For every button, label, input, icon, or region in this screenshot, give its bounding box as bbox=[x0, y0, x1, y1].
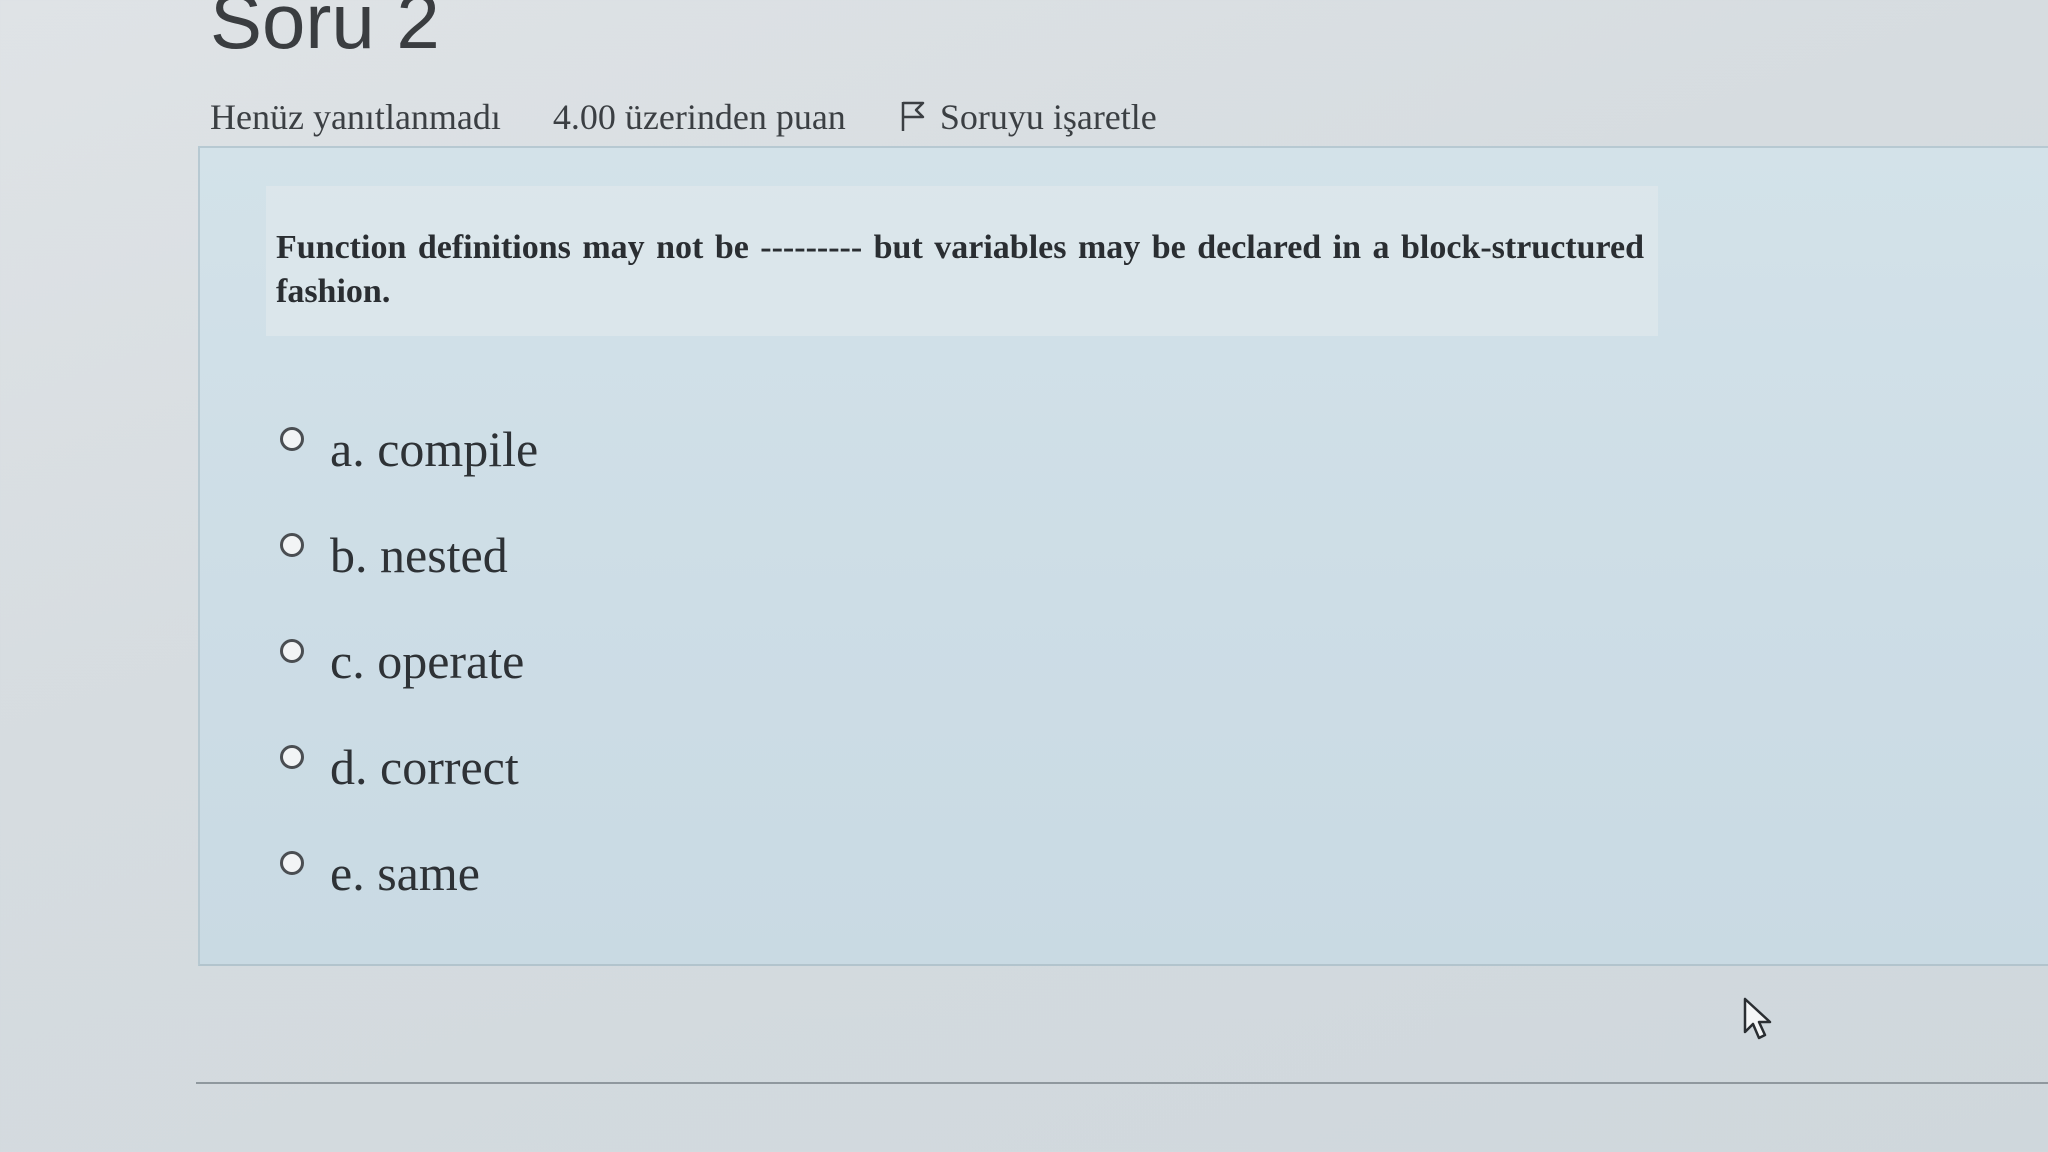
option-c[interactable]: c. operate bbox=[280, 608, 538, 714]
radio-button[interactable] bbox=[280, 427, 304, 451]
option-label[interactable]: c. operate bbox=[330, 632, 524, 690]
answer-options: a. compile b. nested c. operate d. corre… bbox=[280, 396, 538, 926]
bottom-divider bbox=[196, 1082, 2048, 1084]
option-label[interactable]: b. nested bbox=[330, 526, 508, 584]
option-a[interactable]: a. compile bbox=[280, 396, 538, 502]
option-label[interactable]: d. correct bbox=[330, 738, 519, 796]
flag-question-link[interactable]: Soruyu işaretle bbox=[898, 95, 1157, 138]
question-points: 4.00 üzerinden puan bbox=[552, 97, 846, 137]
radio-button[interactable] bbox=[280, 639, 304, 663]
page-title: Soru 2 bbox=[210, 0, 440, 65]
radio-button[interactable] bbox=[280, 745, 304, 769]
flag-question-label[interactable]: Soruyu işaretle bbox=[940, 96, 1157, 138]
radio-button[interactable] bbox=[280, 533, 304, 557]
option-b[interactable]: b. nested bbox=[280, 502, 538, 608]
option-d[interactable]: d. correct bbox=[280, 714, 538, 820]
question-text: Function definitions may not be --------… bbox=[276, 229, 1644, 310]
answer-status: Henüz yanıtlanmadı bbox=[210, 97, 501, 137]
flag-icon bbox=[898, 95, 928, 138]
question-card: Function definitions may not be --------… bbox=[198, 146, 2048, 1040]
question-text-box: Function definitions may not be --------… bbox=[266, 186, 1658, 336]
radio-button[interactable] bbox=[280, 851, 304, 875]
mouse-pointer-icon bbox=[1742, 996, 1774, 1047]
option-e[interactable]: e. same bbox=[280, 820, 538, 926]
option-label[interactable]: a. compile bbox=[330, 420, 538, 478]
question-info: Henüz yanıtlanmadı 4.00 üzerinden puan S… bbox=[210, 95, 1157, 138]
option-label[interactable]: e. same bbox=[330, 844, 480, 902]
